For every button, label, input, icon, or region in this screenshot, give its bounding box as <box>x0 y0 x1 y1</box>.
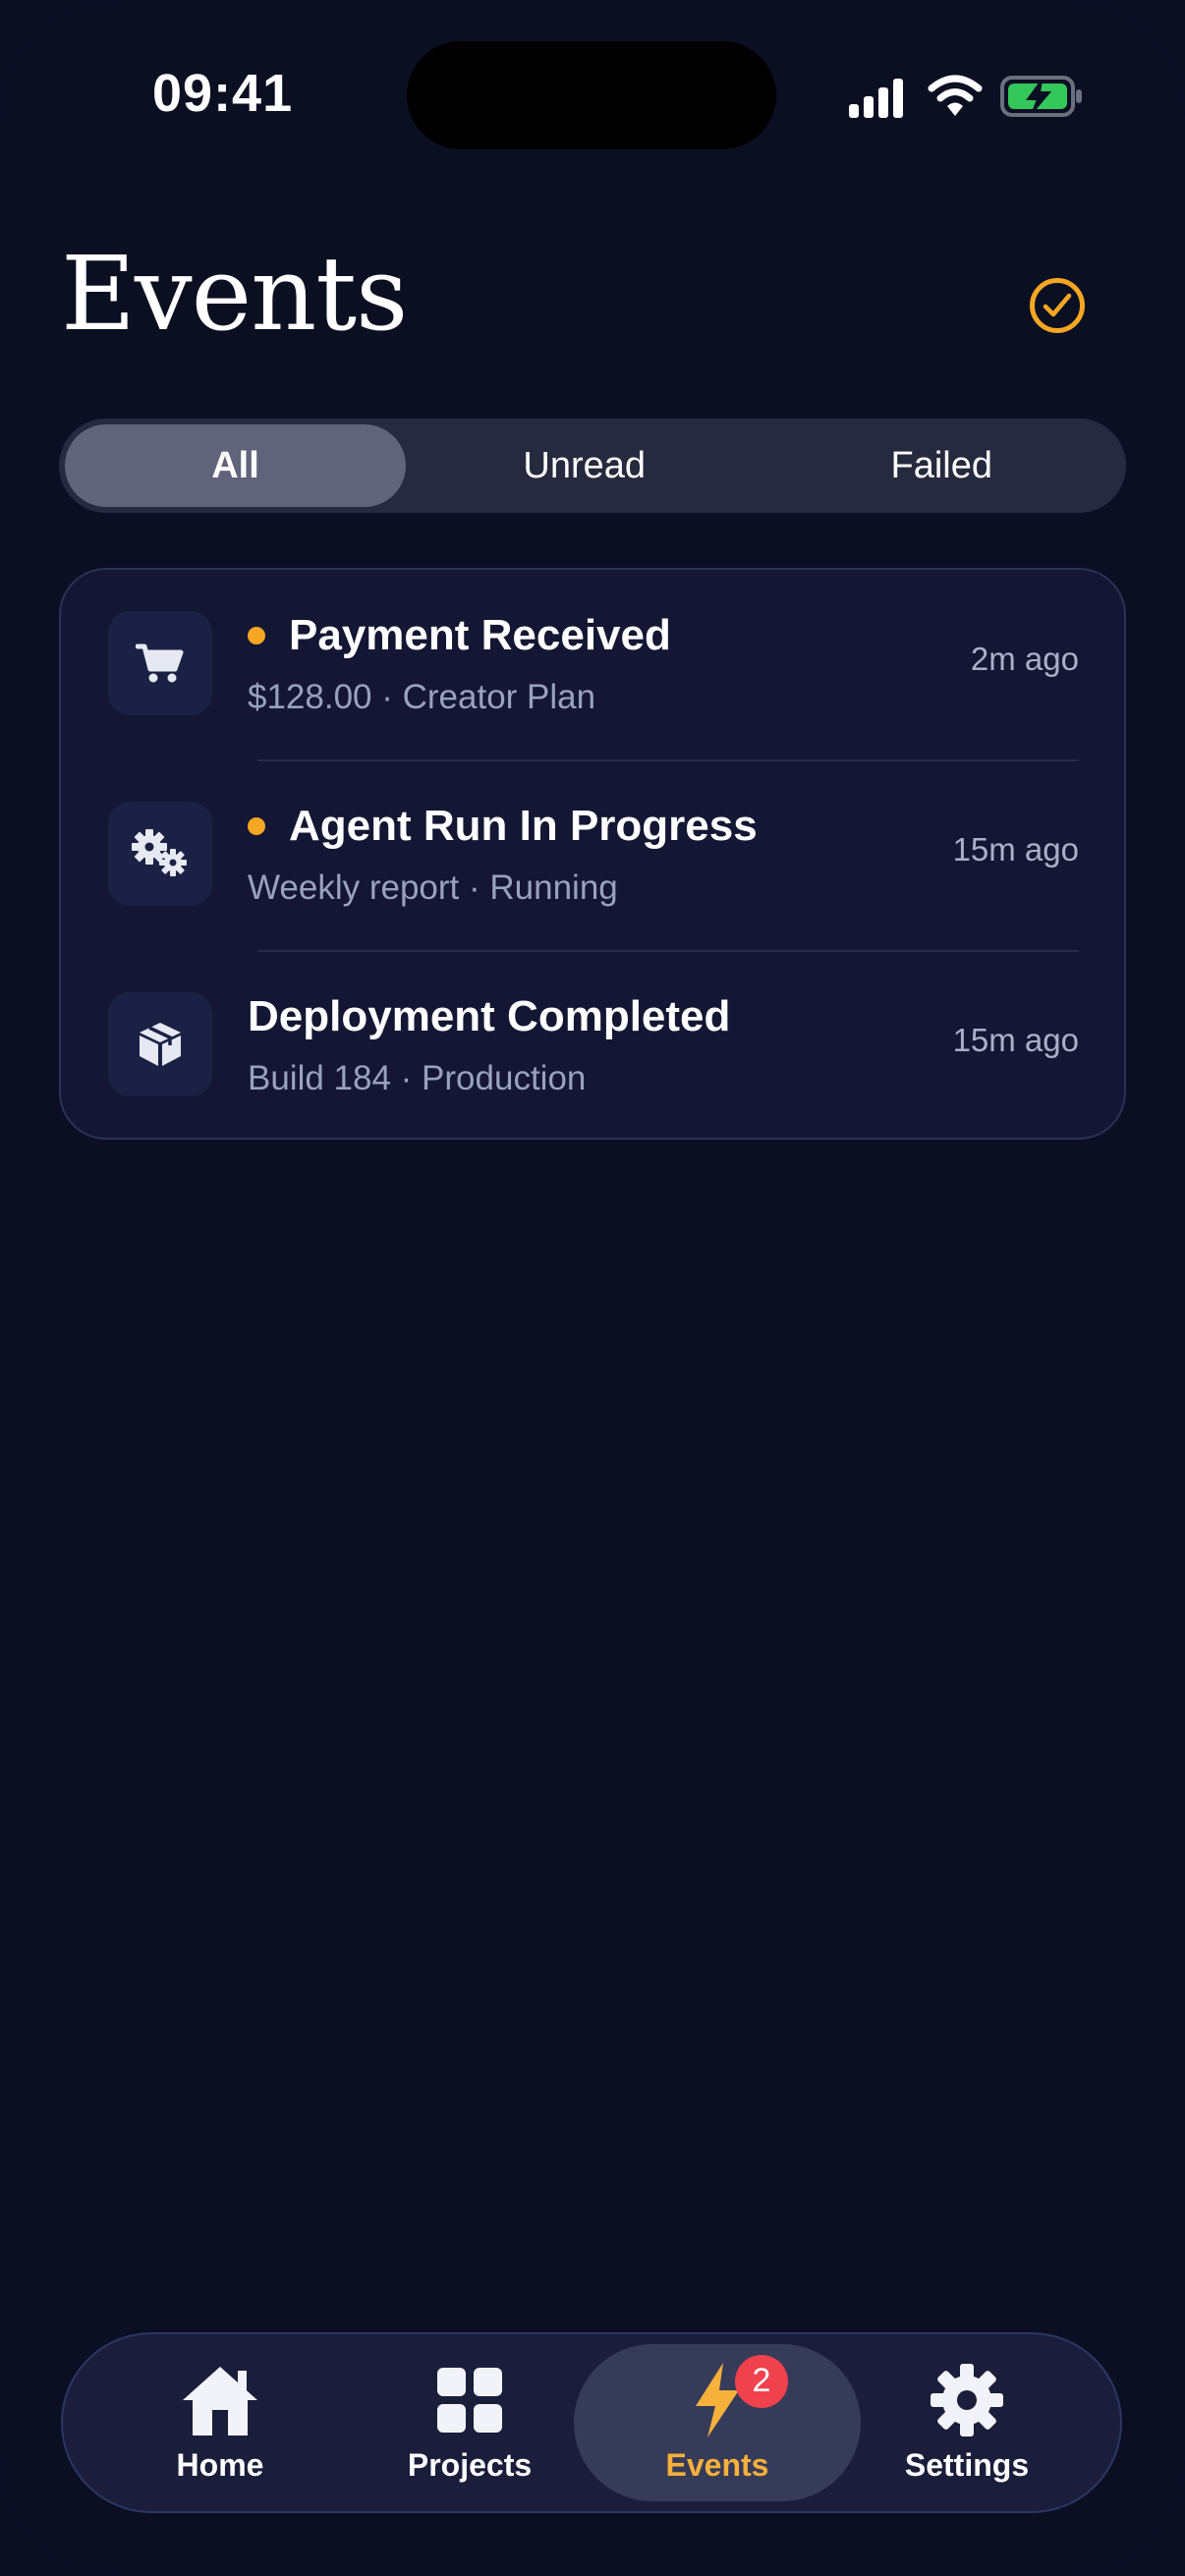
mark-all-read-button[interactable] <box>1030 278 1085 333</box>
page-title: Events <box>61 234 408 354</box>
battery-charging-icon <box>1000 76 1082 117</box>
filter-all[interactable]: All <box>65 424 406 507</box>
event-time: 15m ago <box>952 831 1079 868</box>
event-icon-tile <box>108 611 212 715</box>
event-time: 15m ago <box>952 1022 1079 1058</box>
tab-icon-wrap: 2 <box>690 2354 788 2437</box>
gear-icon <box>931 2363 1003 2436</box>
home-icon <box>183 2366 257 2436</box>
notification-badge: 2 <box>735 2354 788 2408</box>
tab-projects[interactable]: Projects <box>326 2344 613 2501</box>
event-row-agent-run[interactable]: Agent Run In Progress Weekly report · Ru… <box>61 760 1124 951</box>
event-subtitle: Weekly report · Running <box>248 868 618 907</box>
tab-label: Projects <box>407 2446 533 2483</box>
event-icon-tile <box>108 802 212 906</box>
wifi-icon <box>928 75 983 116</box>
tab-settings[interactable]: Settings <box>823 2344 1110 2501</box>
tab-home[interactable]: Home <box>77 2344 364 2501</box>
filter-failed[interactable]: Failed <box>763 424 1121 507</box>
event-title-line: Deployment Completed <box>248 992 730 1041</box>
event-time: 2m ago <box>970 641 1079 677</box>
tab-icon-wrap <box>437 2363 502 2437</box>
tab-icon-wrap <box>930 2363 1004 2437</box>
tab-label: Settings <box>904 2446 1030 2483</box>
dynamic-island <box>407 41 776 149</box>
events-screen: 09:41 Events All Unread Failed Payment R… <box>0 0 1185 2576</box>
event-title: Agent Run In Progress <box>289 802 758 850</box>
event-subtitle: $128.00 · Creator Plan <box>248 678 596 716</box>
event-title: Payment Received <box>289 611 671 659</box>
event-title-line: Agent Run In Progress <box>248 802 758 851</box>
status-time: 09:41 <box>152 64 294 123</box>
tab-bar: Home Projects 2 Events Settings <box>61 2332 1122 2513</box>
tab-events[interactable]: 2 Events <box>574 2344 861 2501</box>
event-icon-tile <box>108 992 212 1096</box>
gears-icon <box>132 829 187 876</box>
event-row-deployment[interactable]: Deployment Completed Build 184 · Product… <box>61 951 1124 1142</box>
event-subtitle: Build 184 · Production <box>248 1059 587 1097</box>
event-title-line: Payment Received <box>248 611 671 660</box>
signal-icon <box>849 79 903 118</box>
tab-label: Home <box>176 2446 264 2483</box>
unread-dot <box>248 627 265 644</box>
filter-unread[interactable]: Unread <box>406 424 763 507</box>
event-title: Deployment Completed <box>248 992 731 1040</box>
filter-segmented-control: All Unread Failed <box>59 419 1126 513</box>
event-list: Payment Received $128.00 · Creator Plan … <box>59 568 1126 1140</box>
tab-label: Events <box>665 2446 769 2483</box>
unread-dot <box>248 817 265 835</box>
cart-icon <box>136 644 184 683</box>
grid-icon <box>437 2367 502 2433</box>
cube-icon <box>140 1023 181 1066</box>
check-circle-icon <box>1043 293 1072 317</box>
event-row-payment[interactable]: Payment Received $128.00 · Creator Plan … <box>61 570 1124 760</box>
tab-icon-wrap <box>179 2363 261 2437</box>
